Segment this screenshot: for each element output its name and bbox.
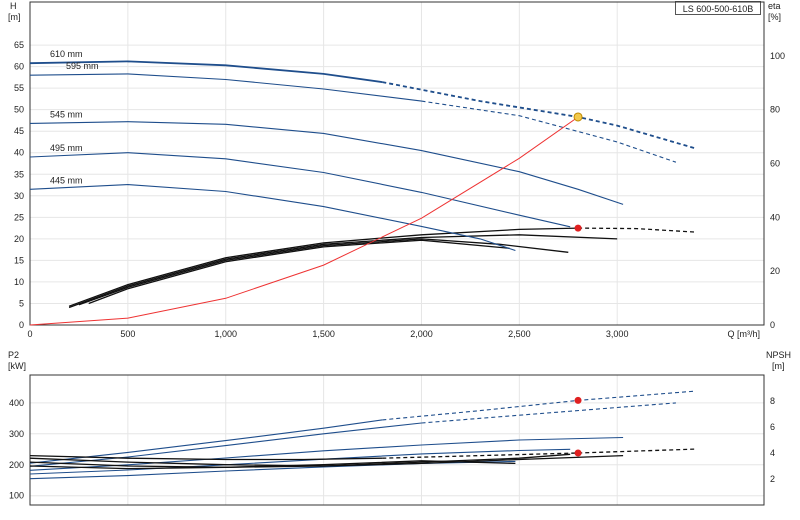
y-axis-title: H	[10, 1, 17, 11]
y2-axis-title: NPSH	[766, 350, 791, 360]
head-curve-label: 495 mm	[50, 143, 83, 153]
head-curve-dashed	[382, 81, 696, 150]
pump-performance-chart: LS 600-500-610B 0 500 1,000 1,500 2,000 2,500…	[0, 0, 800, 520]
x-tick-label: 3,000	[606, 329, 629, 339]
y-tick-label: 65	[14, 40, 24, 50]
y-tick-label: 0	[19, 320, 24, 330]
y-tick-label: 25	[14, 212, 24, 222]
x-tick-label: 500	[120, 329, 135, 339]
y2-tick-label: 0	[770, 320, 775, 330]
y-tick-label: 10	[14, 277, 24, 287]
y-tick-label: 40	[14, 148, 24, 158]
chart-canvas: 0 500 1,000 1,500 2,000 2,500 3,00005101520253…	[8, 1, 791, 506]
x-tick-label: 2,000	[410, 329, 433, 339]
y2-axis-unit: [m]	[772, 361, 785, 371]
head-curve	[29, 152, 571, 228]
x-tick-label: 0	[27, 329, 32, 339]
power-plot-frame	[29, 374, 765, 506]
head-curve-label: 595 mm	[66, 61, 99, 71]
y-tick-label: 55	[14, 83, 24, 93]
y2-axis-title: eta	[768, 1, 781, 11]
y2-tick-label: 80	[770, 105, 780, 115]
y-axis-title: P2	[8, 350, 19, 360]
duty-point	[573, 112, 583, 122]
y-tick-label: 20	[14, 234, 24, 244]
x-tick-label: 2,500	[508, 329, 531, 339]
x-axis-title: Q [m³/h]	[727, 329, 760, 339]
system-curve	[29, 116, 579, 326]
power-curve	[29, 460, 516, 480]
head-plot-frame	[29, 1, 765, 326]
y2-tick-label: 40	[770, 212, 780, 222]
head-curve-label: 610 mm	[50, 49, 83, 59]
y2-tick-label: 20	[770, 266, 780, 276]
y-tick-label: 50	[14, 105, 24, 115]
head-curve-label: 545 mm	[50, 109, 83, 119]
y-tick-label: 60	[14, 62, 24, 72]
y2-tick-label: 6	[770, 422, 775, 432]
y-tick-label: 300	[9, 429, 24, 439]
head-curve	[29, 121, 624, 205]
y2-tick-label: 60	[770, 159, 780, 169]
y-axis-unit: [m]	[8, 12, 21, 22]
y-tick-label: 100	[9, 491, 24, 501]
y-tick-label: 30	[14, 191, 24, 201]
y2-tick-label: 4	[770, 448, 775, 458]
y-tick-label: 5	[19, 298, 24, 308]
x-tick-label: 1,000	[214, 329, 237, 339]
y2-tick-label: 100	[770, 51, 785, 61]
head-curve-label: 445 mm	[50, 175, 83, 185]
efficiency-curve-dashed	[578, 227, 696, 233]
x-tick-label: 1,500	[312, 329, 335, 339]
power-point	[574, 396, 582, 404]
y-axis-unit: [kW]	[8, 361, 26, 371]
y2-tick-label: 2	[770, 474, 775, 484]
efficiency-point	[574, 224, 582, 232]
y2-axis-unit: [%]	[768, 12, 781, 22]
y-tick-label: 45	[14, 126, 24, 136]
y2-tick-label: 8	[770, 396, 775, 406]
y-tick-label: 15	[14, 255, 24, 265]
y-tick-label: 400	[9, 398, 24, 408]
y-tick-label: 200	[9, 460, 24, 470]
npsh-point	[574, 449, 582, 457]
y-tick-label: 35	[14, 169, 24, 179]
npsh-curve	[29, 454, 383, 461]
